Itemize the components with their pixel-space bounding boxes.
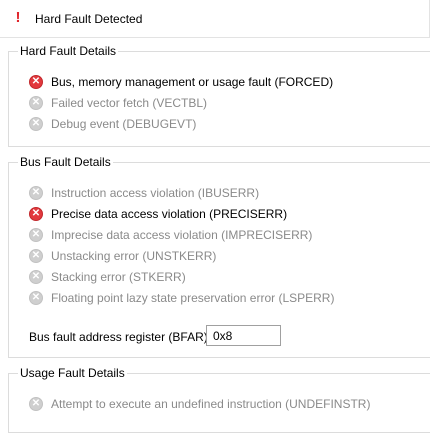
item-label: Floating point lazy state preservation e… [51, 291, 335, 305]
usage-fault-title: Usage Fault Details [18, 365, 127, 381]
fault-header: ! Hard Fault Detected [0, 0, 430, 38]
error-icon: ✕ [29, 96, 43, 110]
item-label: Attempt to execute an undefined instruct… [51, 397, 371, 411]
bus-fault-group: Bus Fault Details ✕ Instruction access v… [8, 154, 430, 358]
item-label: Unstacking error (UNSTKERR) [51, 249, 217, 263]
error-icon: ✕ [29, 291, 43, 305]
item-label: Imprecise data access violation (IMPRECI… [51, 228, 313, 242]
exclamation-icon: ! [15, 9, 21, 26]
error-icon: ✕ [29, 117, 43, 131]
item-label: Failed vector fetch (VECTBL) [51, 96, 208, 110]
hard-fault-group: Hard Fault Details ✕ Bus, memory managem… [8, 43, 430, 147]
error-icon: ✕ [29, 397, 43, 411]
hard-fault-title: Hard Fault Details [18, 43, 119, 59]
error-icon: ✕ [29, 75, 43, 89]
error-icon: ✕ [29, 249, 43, 263]
usage-fault-group: Usage Fault Details ✕ Attempt to execute… [8, 365, 430, 433]
error-icon: ✕ [29, 228, 43, 242]
header-title: Hard Fault Detected [35, 12, 143, 26]
error-icon: ✕ [29, 207, 43, 221]
bfar-label: Bus fault address register (BFAR): [29, 330, 212, 344]
error-icon: ✕ [29, 270, 43, 284]
item-label: Instruction access violation (IBUSERR) [51, 186, 260, 200]
item-label: Debug event (DEBUGEVT) [51, 117, 197, 131]
error-icon: ✕ [29, 186, 43, 200]
item-label: Stacking error (STKERR) [51, 270, 186, 284]
bus-fault-title: Bus Fault Details [18, 154, 113, 170]
item-label: Bus, memory management or usage fault (F… [51, 75, 334, 89]
item-label: Precise data access violation (PRECISERR… [51, 207, 288, 221]
bfar-field[interactable] [206, 325, 281, 346]
